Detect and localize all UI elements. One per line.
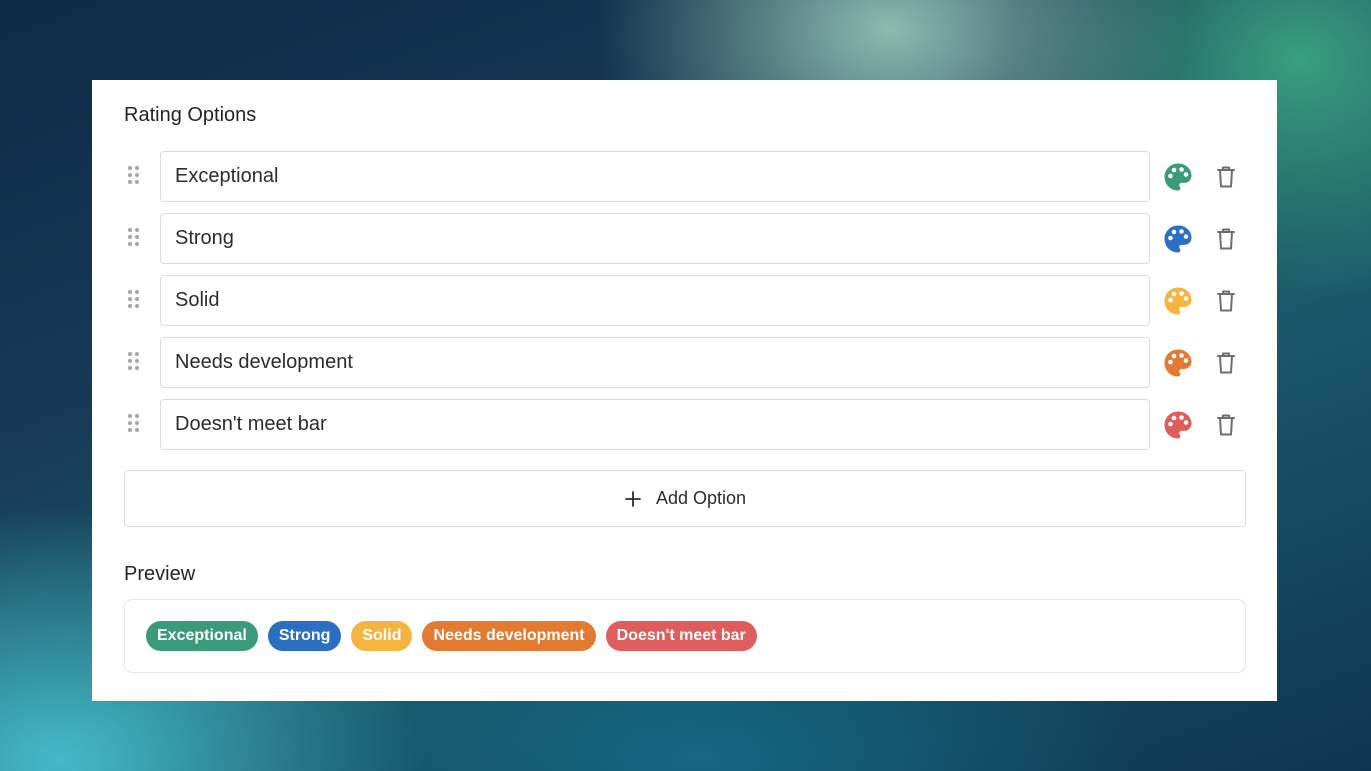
add-option-button[interactable]: Add Option xyxy=(124,470,1246,527)
drag-handle-icon[interactable] xyxy=(128,228,142,250)
palette-icon[interactable] xyxy=(1163,224,1193,254)
preview-chip: Doesn't meet bar xyxy=(605,621,757,651)
trash-icon[interactable] xyxy=(1215,165,1237,189)
drag-handle-icon[interactable] xyxy=(128,352,142,374)
trash-icon[interactable] xyxy=(1215,351,1237,375)
option-label-input[interactable] xyxy=(160,275,1150,326)
option-label-input[interactable] xyxy=(160,399,1150,450)
option-row xyxy=(124,213,1246,265)
preview-chip: Exceptional xyxy=(146,621,258,651)
add-option-label: Add Option xyxy=(655,488,747,508)
drag-handle-icon[interactable] xyxy=(128,414,142,436)
option-label-input[interactable] xyxy=(160,337,1150,388)
option-label-input[interactable] xyxy=(160,151,1150,202)
option-row xyxy=(124,337,1246,389)
preview-chip: Solid xyxy=(351,621,413,651)
option-row xyxy=(124,151,1246,203)
trash-icon[interactable] xyxy=(1215,289,1237,313)
trash-icon[interactable] xyxy=(1215,227,1237,251)
drag-handle-icon[interactable] xyxy=(128,290,142,312)
palette-icon[interactable] xyxy=(1163,162,1193,192)
palette-icon[interactable] xyxy=(1163,410,1193,440)
plus-icon xyxy=(625,490,641,507)
preview-chip: Strong xyxy=(267,621,342,651)
palette-icon[interactable] xyxy=(1163,286,1193,316)
palette-icon[interactable] xyxy=(1163,348,1193,378)
drag-handle-icon[interactable] xyxy=(128,166,142,188)
preview-box: Exceptional Strong Solid Needs development D… xyxy=(124,599,1246,673)
option-label-input[interactable] xyxy=(160,213,1150,264)
preview-chip: Needs development xyxy=(422,621,596,651)
option-row xyxy=(124,275,1246,327)
option-row xyxy=(124,399,1246,451)
trash-icon[interactable] xyxy=(1215,413,1237,437)
rating-options-card: Rating Options Add Option Preview Except… xyxy=(92,80,1277,701)
preview-title: Preview xyxy=(124,563,196,585)
rating-options-title: Rating Options xyxy=(124,104,257,126)
